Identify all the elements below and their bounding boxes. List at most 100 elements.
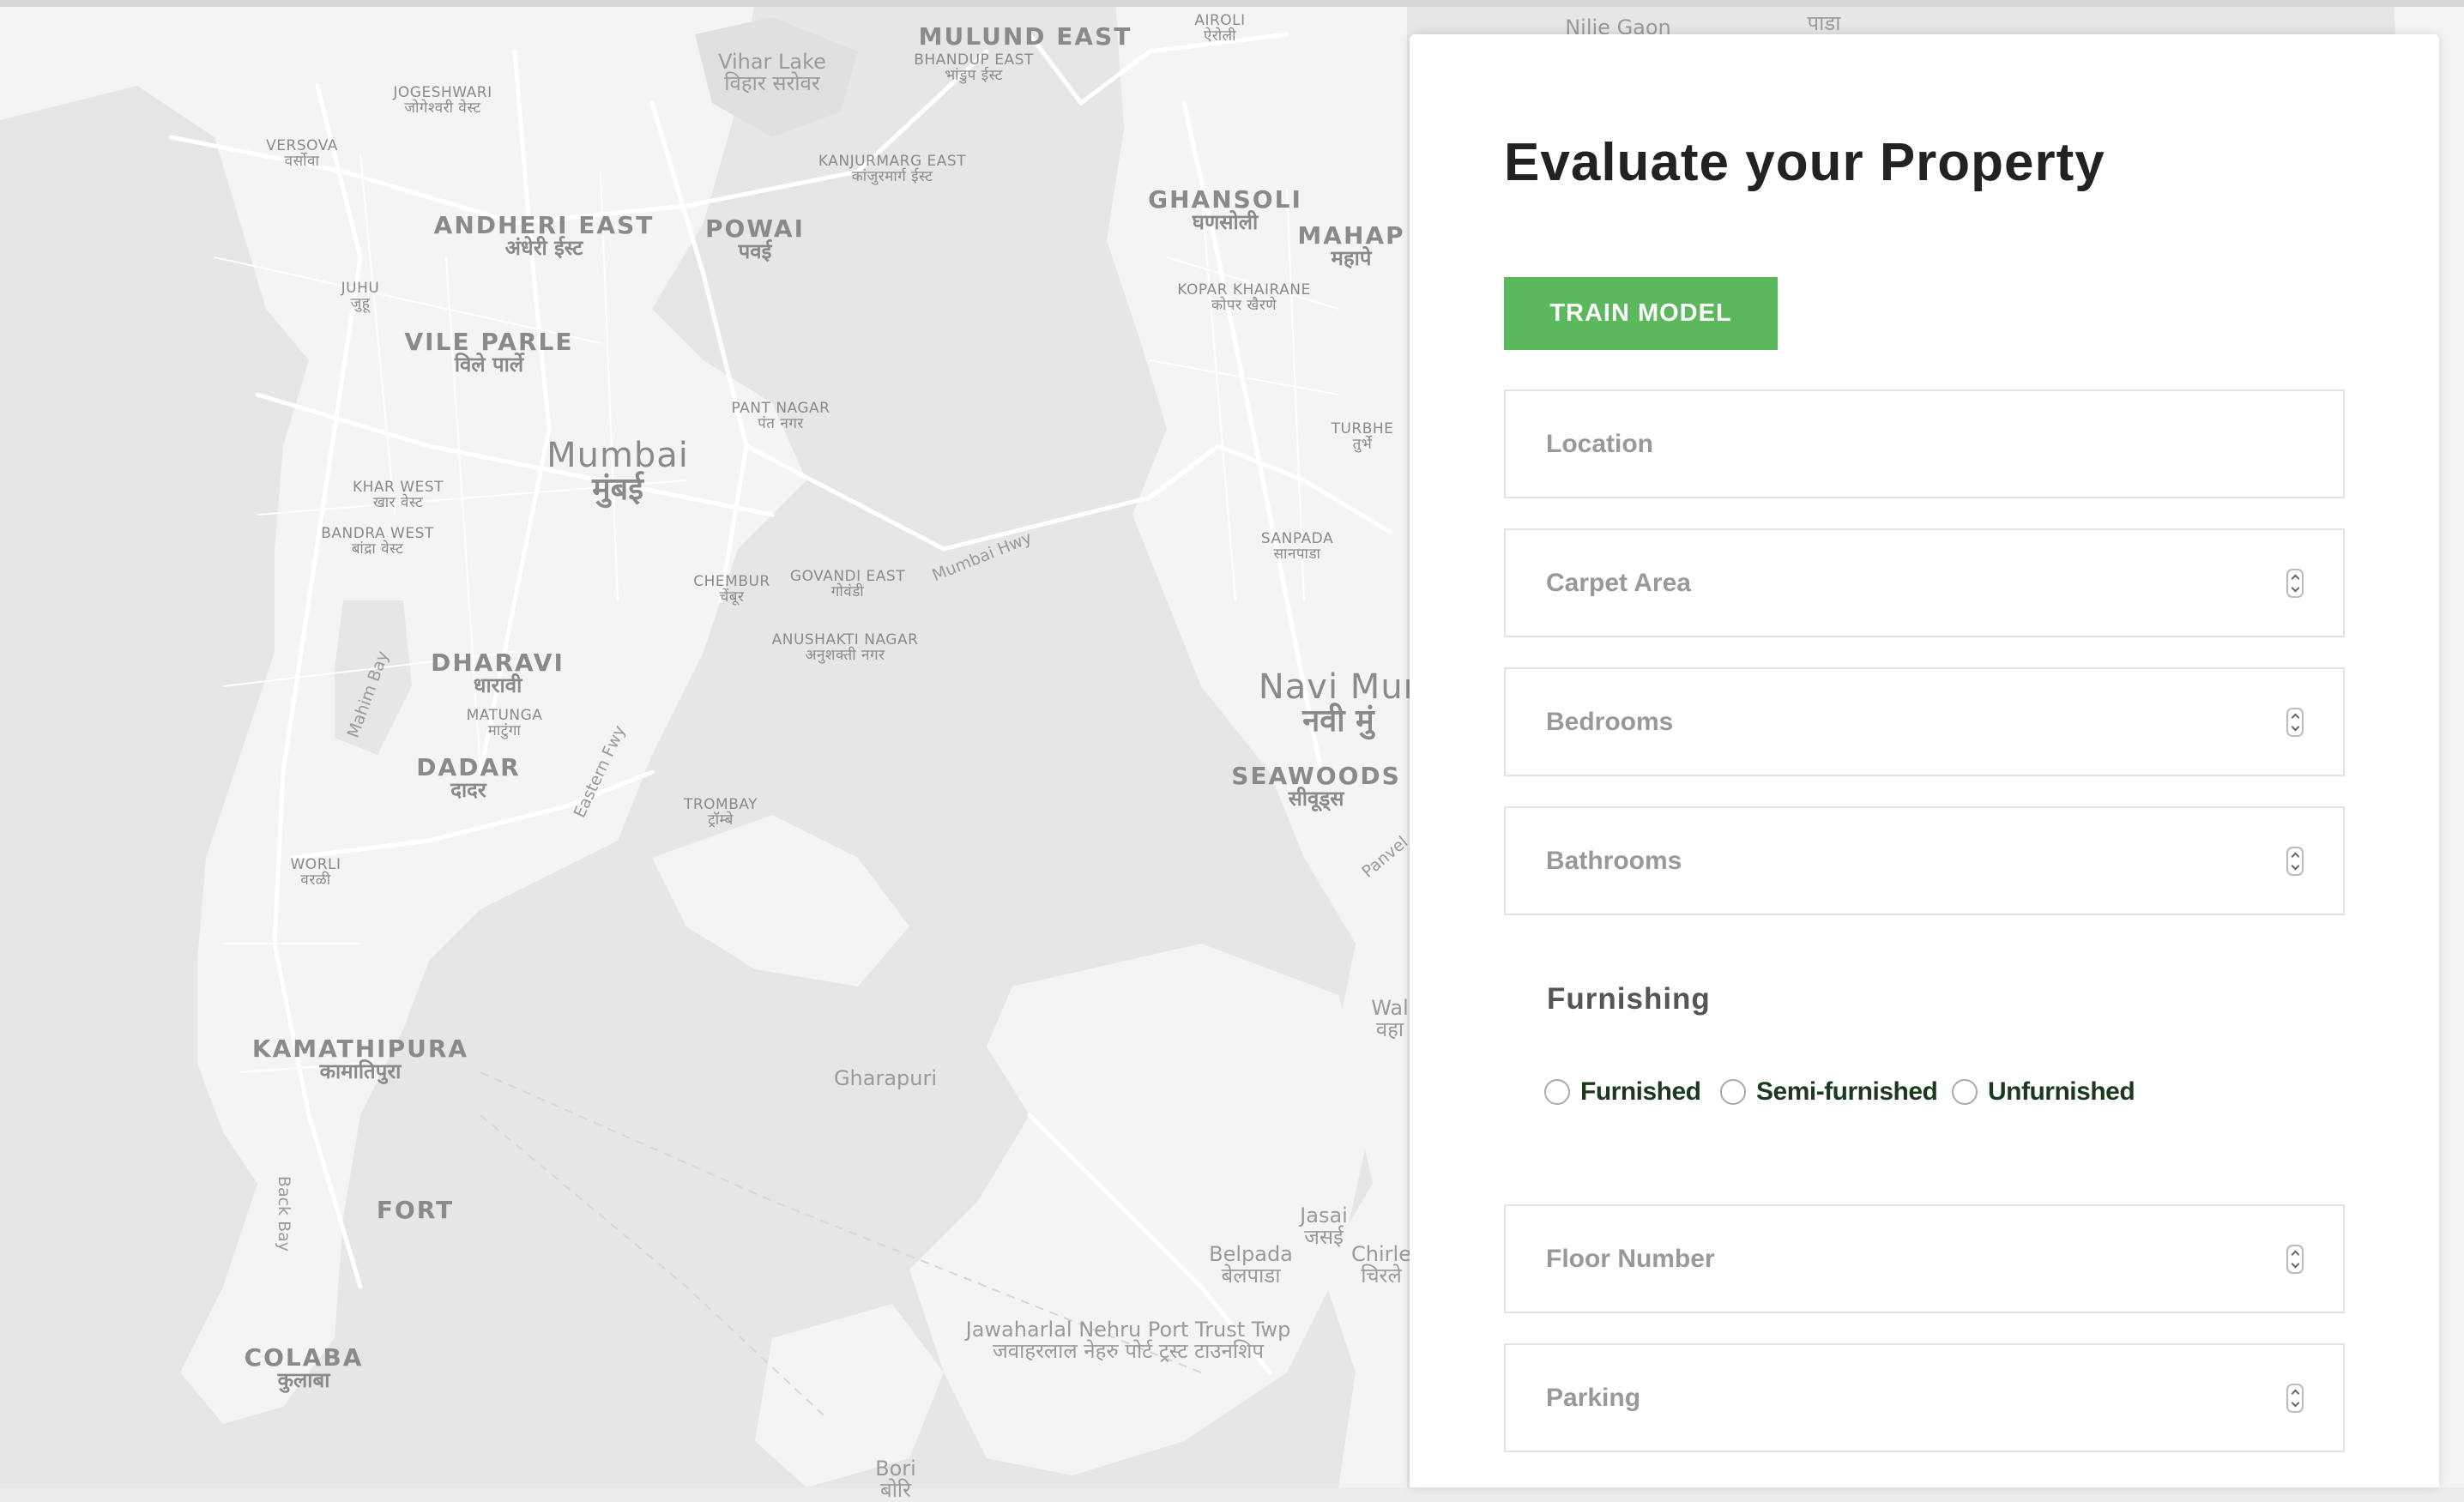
- map-place-name: POWAI: [704, 214, 806, 243]
- map-place-label: BHANDUP EAST भांडुप ईस्ट: [914, 52, 1034, 84]
- bedrooms-placeholder: Bedrooms: [1546, 708, 1674, 736]
- map-place-name: Belpada: [1209, 1242, 1293, 1266]
- map-place-label: KOPAR KHAIRANE कोपर खैरणे: [1177, 282, 1310, 314]
- map-place-label: GOVANDI EAST गोवंडी: [790, 569, 905, 600]
- map-place-label: POWAI पवई: [705, 216, 805, 263]
- bedrooms-field[interactable]: Bedrooms: [1504, 667, 2345, 776]
- map-place-name: KAMATHIPURA: [251, 1035, 469, 1063]
- map-place-name-hindi: धारावी: [473, 673, 522, 698]
- map-place-name: COLABA: [244, 1343, 364, 1372]
- map-place-name-hindi: भांडुप ईस्ट: [945, 66, 1003, 84]
- radio-circle-icon[interactable]: [1720, 1079, 1746, 1105]
- map-place-label: Jawaharlal Nehru Port Trust Twp जवाहरलाल …: [966, 1318, 1291, 1364]
- carpet-area-stepper-icon[interactable]: [2286, 569, 2304, 598]
- map-place-label: JOGESHWARI जोगेश्वरी वेस्ट: [393, 85, 492, 117]
- map-road-label: Back Bay: [274, 1175, 293, 1252]
- map-place-label: Navi Mur नवी मुं: [1259, 669, 1418, 738]
- radio-unfurnished[interactable]: Unfurnished: [1952, 1075, 2135, 1109]
- map-place-name-hindi: खार वेस्ट: [372, 493, 424, 511]
- bedrooms-stepper-icon[interactable]: [2286, 708, 2304, 737]
- map-place-label: Chirle चिरले: [1351, 1243, 1411, 1287]
- map-place-label: VILE PARLE विले पार्ले: [405, 329, 574, 377]
- map-place-label: AIROLI ऐरोली: [1194, 13, 1245, 45]
- map-place-name-hindi: नवी मुं: [1302, 703, 1374, 739]
- map-place-name-hindi: चेंबूर: [719, 588, 745, 606]
- parking-field[interactable]: Parking: [1504, 1343, 2345, 1452]
- map-place-name: FORT: [376, 1196, 455, 1224]
- carpet-area-placeholder: Carpet Area: [1546, 569, 1691, 597]
- map-place-name: Wal: [1371, 996, 1409, 1020]
- furnishing-label: Furnishing: [1547, 982, 1711, 1016]
- map-place-name-hindi: सानपाडा: [1273, 545, 1321, 563]
- map-place-name-hindi: पवई: [738, 239, 772, 264]
- map-place-label: Bori बोरि: [875, 1457, 916, 1501]
- page-title: Evaluate your Property: [1504, 133, 2105, 192]
- map-place-name: DHARAVI: [431, 648, 565, 677]
- map-place-name-hindi: जोगेश्वरी वेस्ट: [404, 99, 481, 117]
- map-place-name-hindi: वहा: [1375, 1017, 1404, 1042]
- map-place-name: Vihar Lake: [718, 50, 826, 74]
- map-place-name-hindi: कुलाबा: [277, 1368, 330, 1393]
- floor-number-placeholder: Floor Number: [1546, 1245, 1715, 1273]
- map-place-label: MAHAP महापे: [1297, 223, 1404, 270]
- location-placeholder: Location: [1546, 430, 1653, 458]
- map-place-name-hindi: विहार सरोवर: [724, 71, 820, 96]
- bathrooms-field[interactable]: Bathrooms: [1504, 806, 2345, 915]
- radio-semi-furnished-label: Semi-furnished: [1756, 1077, 1938, 1106]
- map-place-name-hindi: कोपर खैरणे: [1211, 296, 1277, 314]
- radio-circle-icon[interactable]: [1952, 1079, 1978, 1105]
- map-place-name-hindi: दादर: [450, 778, 486, 803]
- map-place-name-hindi: वर्सोवा: [284, 152, 320, 170]
- map-place-name: Gharapuri: [833, 1066, 938, 1090]
- map-place-name: SEAWOODS: [1231, 762, 1401, 790]
- radio-circle-icon[interactable]: [1544, 1079, 1570, 1105]
- map-place-label: KANJURMARG EAST कांजुरमार्ग ईस्ट: [818, 154, 966, 185]
- radio-furnished[interactable]: Furnished: [1544, 1075, 1701, 1109]
- map-place-label: VERSOVA वर्सोवा: [266, 138, 338, 170]
- map-place-label: पाडा: [1808, 12, 1841, 34]
- map-place-label: Jasai जसई: [1300, 1203, 1348, 1248]
- map-place-name-hindi: वरळी: [300, 871, 331, 889]
- floor-number-field[interactable]: Floor Number: [1504, 1204, 2345, 1313]
- parking-stepper-icon[interactable]: [2286, 1384, 2304, 1413]
- map-place-label: GHANSOLI घणसोली: [1148, 187, 1302, 234]
- location-field[interactable]: Location: [1504, 389, 2345, 498]
- map-place-label: Vihar Lake विहार सरोवर: [718, 51, 826, 94]
- map-place-name-hindi: कांजुरमार्ग ईस्ट: [851, 167, 933, 185]
- map-place-name-hindi: ऐरोली: [1203, 27, 1237, 45]
- map-place-name-hindi: जुहू: [350, 294, 371, 312]
- floor-number-stepper-icon[interactable]: [2286, 1245, 2304, 1274]
- map-place-label: Gharapuri: [833, 1066, 938, 1090]
- map-place-name-hindi: बेलपाडा: [1221, 1264, 1281, 1288]
- map-place-label: MULUND EAST: [919, 24, 1132, 50]
- map-place-name-hindi: गोवंडी: [830, 582, 865, 600]
- map-place-name-hindi: तुर्भे: [1352, 435, 1373, 453]
- map-place-name-hindi: जवाहरलाल नेहरु पोर्ट ट्रस्ट टाउनशिप: [992, 1339, 1265, 1364]
- map-place-label: ANUSHAKTI NAGAR अनुशक्ती नगर: [772, 632, 919, 664]
- map-place-label: Wal वहा: [1371, 996, 1409, 1042]
- map-place-label: WORLI वरळी: [291, 857, 341, 889]
- map-place-name-hindi: महापे: [1331, 246, 1372, 271]
- map-place-label: CHEMBUR चेंबूर: [693, 574, 770, 606]
- map-place-label: FORT: [376, 1196, 455, 1224]
- map-place-label: TROMBAY ट्रॉम्बे: [684, 797, 758, 829]
- map-place-label: ANDHERI EAST अंधेरी ईस्ट: [434, 213, 655, 260]
- radio-semi-furnished[interactable]: Semi-furnished: [1720, 1075, 1938, 1109]
- map-place-label: Belpada बेलपाडा: [1209, 1242, 1293, 1288]
- map-place-label: SANPADA सानपाडा: [1261, 531, 1333, 563]
- map-place-name-hindi: अनुशक्ती नगर: [805, 646, 885, 664]
- map-place-label: SEAWOODS सीवूड्स: [1231, 763, 1401, 811]
- map-place-name: MAHAP: [1297, 221, 1405, 250]
- map-place-name: Jasai: [1300, 1203, 1348, 1228]
- map-place-label: BANDRA WEST बांद्रा वेस्ट: [321, 526, 433, 558]
- map-place-label: PANT NAGAR पंत नगर: [732, 401, 830, 432]
- train-model-button[interactable]: TRAIN MODEL: [1504, 277, 1778, 350]
- radio-furnished-label: Furnished: [1580, 1077, 1701, 1106]
- map-place-label: TURBHE तुर्भे: [1332, 421, 1394, 453]
- map-road-name: Back Bay: [274, 1175, 293, 1252]
- bathrooms-stepper-icon[interactable]: [2286, 847, 2304, 876]
- map-place-name-hindi: ट्रॉम्बे: [708, 811, 734, 829]
- carpet-area-field[interactable]: Carpet Area: [1504, 528, 2345, 637]
- map-place-label: COLABA कुलाबा: [245, 1345, 364, 1392]
- map-place-name-hindi: अंधेरी ईस्ट: [504, 236, 583, 261]
